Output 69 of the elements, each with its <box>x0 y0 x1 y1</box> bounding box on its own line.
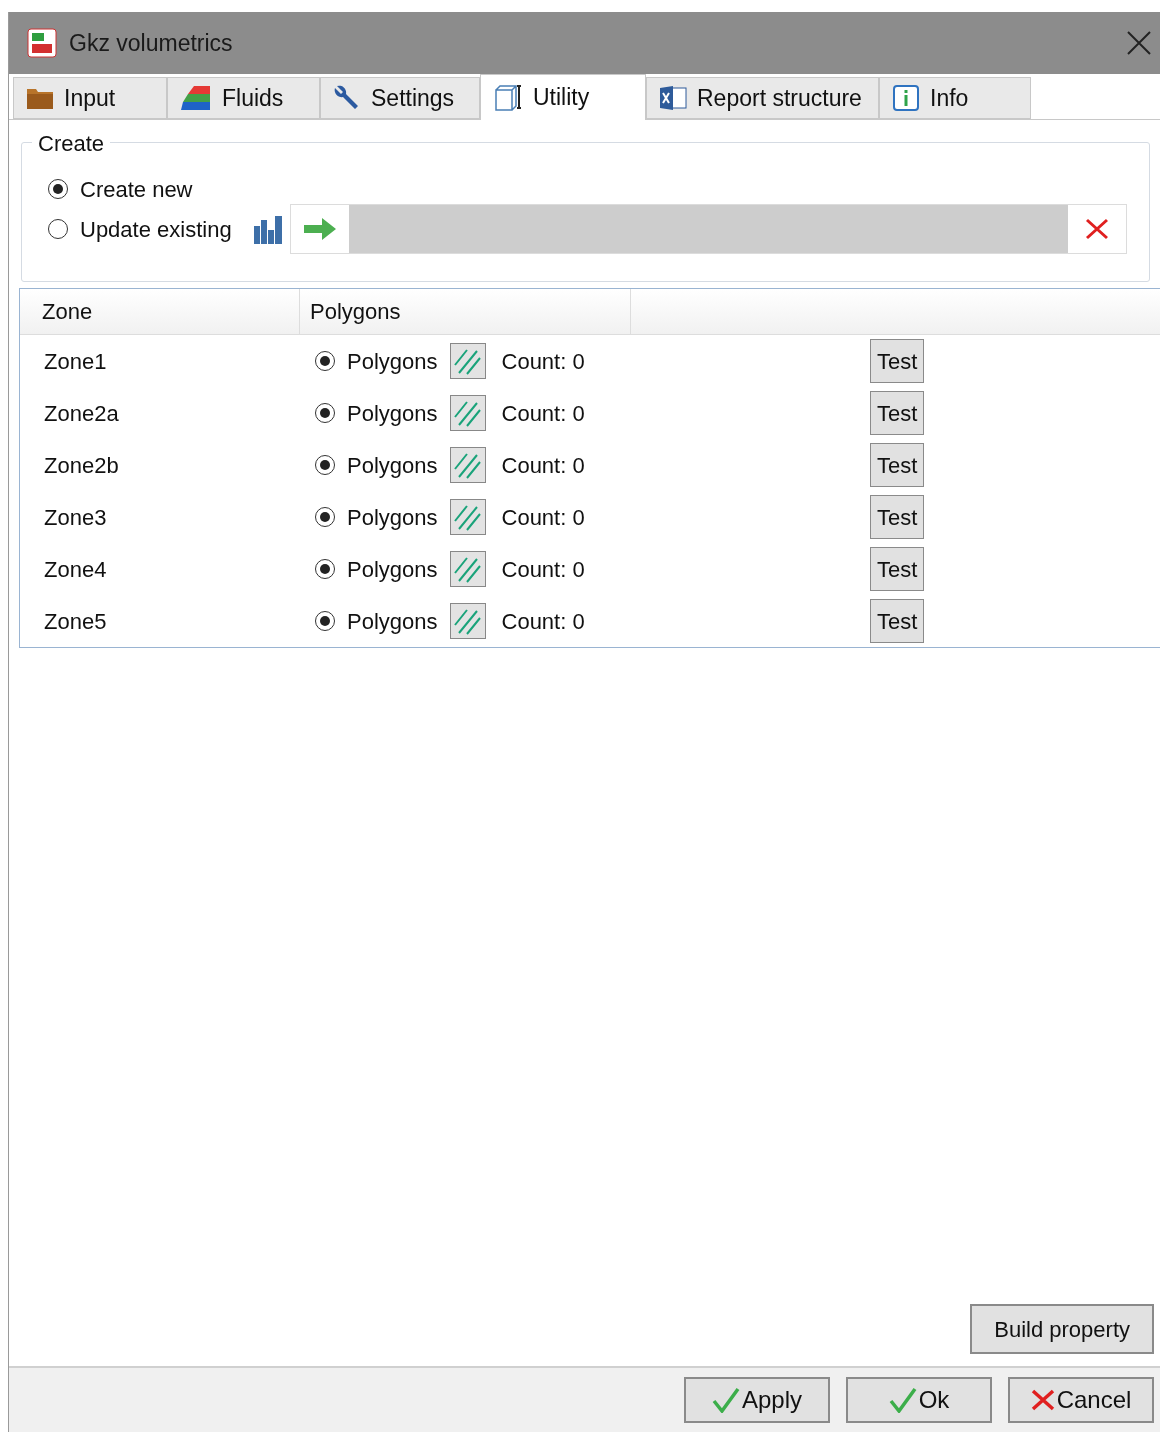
dialog-button[interactable]: Apply <box>684 1377 830 1423</box>
insert-button[interactable] <box>290 205 349 253</box>
tab[interactable]: Input <box>13 77 167 119</box>
zone-cell-text: Zone5 <box>43 607 108 636</box>
tab[interactable]: Fluids <box>167 77 320 119</box>
test-button[interactable]: Test <box>870 495 925 539</box>
spreadsheet-icon <box>659 85 687 111</box>
column-header[interactable]: Polygons <box>300 289 631 334</box>
dialog-button[interactable]: Cancel <box>1008 1377 1154 1423</box>
option-label: Polygons <box>347 399 438 428</box>
cube-icon <box>493 82 523 113</box>
dialog-button[interactable]: Ok <box>846 1377 992 1423</box>
layers-icon <box>180 85 212 111</box>
tab[interactable]: Settings <box>320 77 480 119</box>
radio-button[interactable] <box>315 559 335 579</box>
polygon-hatch-icon[interactable] <box>449 499 486 535</box>
object-drop-field[interactable] <box>289 204 1127 254</box>
check-icon <box>888 1387 917 1413</box>
option-label: Polygons <box>347 347 438 376</box>
test-button[interactable]: Test <box>870 391 925 435</box>
check-icon <box>711 1387 740 1413</box>
build-property-button[interactable]: Build property <box>970 1304 1154 1354</box>
info-icon <box>892 84 920 112</box>
close-icon <box>1085 218 1109 240</box>
count-label: Count: 0 <box>501 347 585 376</box>
tab[interactable]: Info <box>879 77 1031 119</box>
polygon-hatch-icon[interactable] <box>449 395 486 431</box>
test-button[interactable]: Test <box>870 599 925 643</box>
option-label: Create new <box>80 175 193 204</box>
zone-cell-text: Zone4 <box>43 555 108 584</box>
option-label: Update existing <box>80 215 232 244</box>
test-button[interactable]: Test <box>870 339 925 383</box>
close-icon <box>1030 1389 1055 1411</box>
wrench-icon <box>333 84 361 112</box>
test-button[interactable]: Test <box>870 443 925 487</box>
radio-button[interactable] <box>48 179 68 199</box>
tab[interactable]: Utility <box>480 74 646 120</box>
polygon-hatch-icon[interactable] <box>449 603 486 639</box>
arrow-right-icon <box>302 216 337 242</box>
clear-button[interactable] <box>1068 205 1126 253</box>
count-label: Count: 0 <box>501 555 585 584</box>
polygon-hatch-icon[interactable] <box>449 551 486 587</box>
zone-cell-text: Zone2b <box>43 451 120 480</box>
window-title: Gkz volumetrics <box>69 28 233 58</box>
radio-button[interactable] <box>315 351 335 371</box>
test-button[interactable]: Test <box>870 547 925 591</box>
radio-button[interactable] <box>315 507 335 527</box>
radio-button[interactable] <box>315 611 335 631</box>
zone-cell-text: Zone1 <box>43 347 108 376</box>
zone-cell-text: Zone2a <box>43 399 120 428</box>
tab[interactable]: Report structure <box>646 77 879 119</box>
radio-button[interactable] <box>315 455 335 475</box>
app-icon <box>27 28 57 58</box>
polygon-hatch-icon[interactable] <box>449 447 486 483</box>
count-label: Count: 0 <box>501 399 585 428</box>
radio-button[interactable] <box>48 219 68 239</box>
close-icon[interactable] <box>1126 30 1152 56</box>
option-label: Polygons <box>347 451 438 480</box>
zone-cell-text: Zone3 <box>43 503 108 532</box>
radio-button[interactable] <box>315 403 335 423</box>
count-label: Count: 0 <box>501 607 585 636</box>
count-label: Count: 0 <box>501 503 585 532</box>
folder-icon <box>26 86 54 110</box>
option-label: Polygons <box>347 555 438 584</box>
option-label: Polygons <box>347 607 438 636</box>
count-label: Count: 0 <box>501 451 585 480</box>
option-label: Polygons <box>347 503 438 532</box>
column-header[interactable]: Zone <box>32 289 300 334</box>
polygon-hatch-icon[interactable] <box>449 343 486 379</box>
